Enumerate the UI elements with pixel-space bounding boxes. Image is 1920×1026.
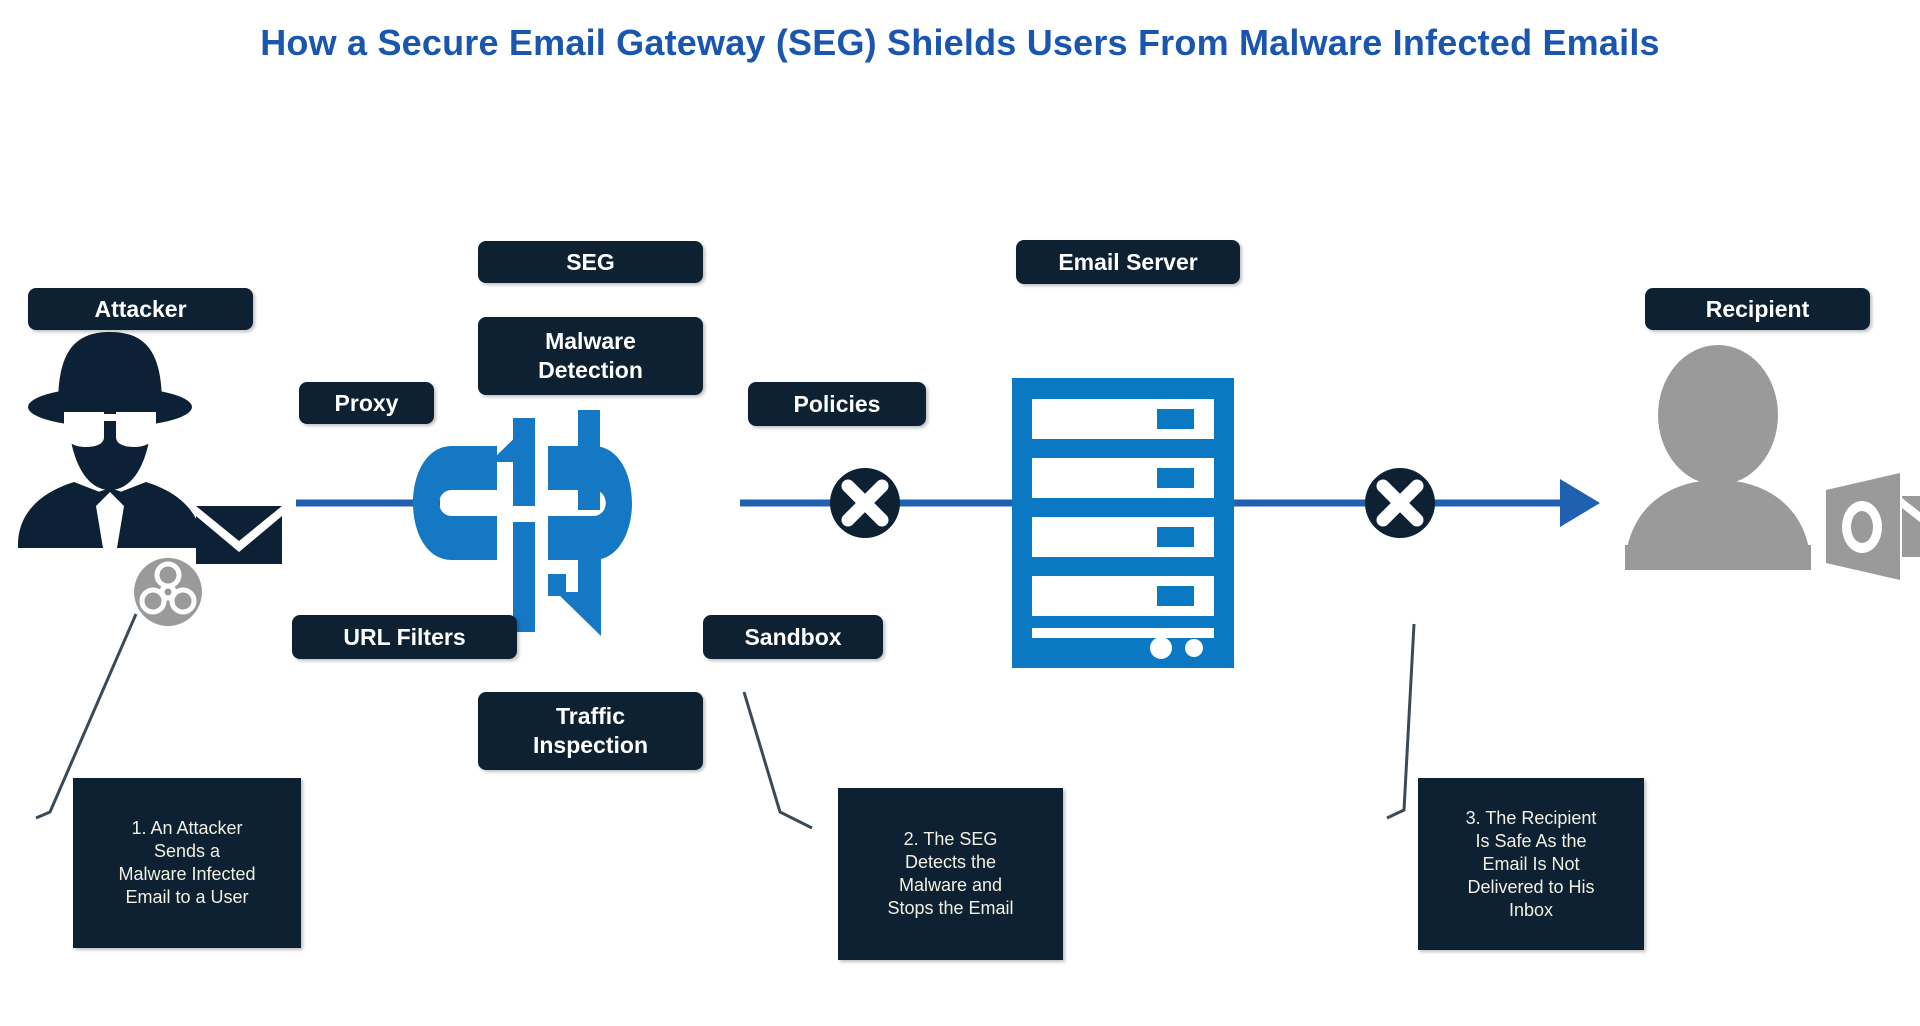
caption-2[interactable]: 2. The SEG Detects the Malware and Stops…: [838, 788, 1063, 960]
label-email-server[interactable]: Email Server: [1016, 240, 1240, 284]
label-policies[interactable]: Policies: [748, 382, 926, 426]
server-rack-icon: [1012, 378, 1234, 668]
label-malware-detection[interactable]: Malware Detection: [478, 317, 703, 395]
label-proxy[interactable]: Proxy: [299, 382, 434, 424]
page-title: How a Secure Email Gateway (SEG) Shields…: [260, 22, 1660, 63]
leader-line-caption-2: [742, 691, 813, 830]
label-sandbox[interactable]: Sandbox: [703, 615, 883, 659]
caption-3[interactable]: 3. The Recipient Is Safe As the Email Is…: [1418, 778, 1644, 950]
flow-connectors: [296, 479, 1600, 527]
leader-line-caption-3: [1386, 623, 1416, 820]
secure-email-gateway-icon: [413, 410, 632, 636]
spy-attacker-icon: [18, 332, 202, 548]
user-with-mail-icon: [1625, 345, 1920, 580]
label-url-filters[interactable]: URL Filters: [292, 615, 517, 659]
envelope-icon: [196, 506, 282, 564]
block-x-icon-1: [830, 468, 900, 538]
block-x-icon-2: [1365, 468, 1435, 538]
label-recipient[interactable]: Recipient: [1645, 288, 1870, 330]
label-attacker[interactable]: Attacker: [28, 288, 253, 330]
caption-1[interactable]: 1. An Attacker Sends a Malware Infected …: [73, 778, 301, 948]
diagram-canvas: How a Secure Email Gateway (SEG) Shields…: [0, 0, 1920, 1026]
label-traffic-inspection[interactable]: Traffic Inspection: [478, 692, 703, 770]
label-seg[interactable]: SEG: [478, 241, 703, 283]
biohazard-icon: [134, 558, 202, 626]
arrowhead-to-recipient: [1560, 479, 1600, 527]
